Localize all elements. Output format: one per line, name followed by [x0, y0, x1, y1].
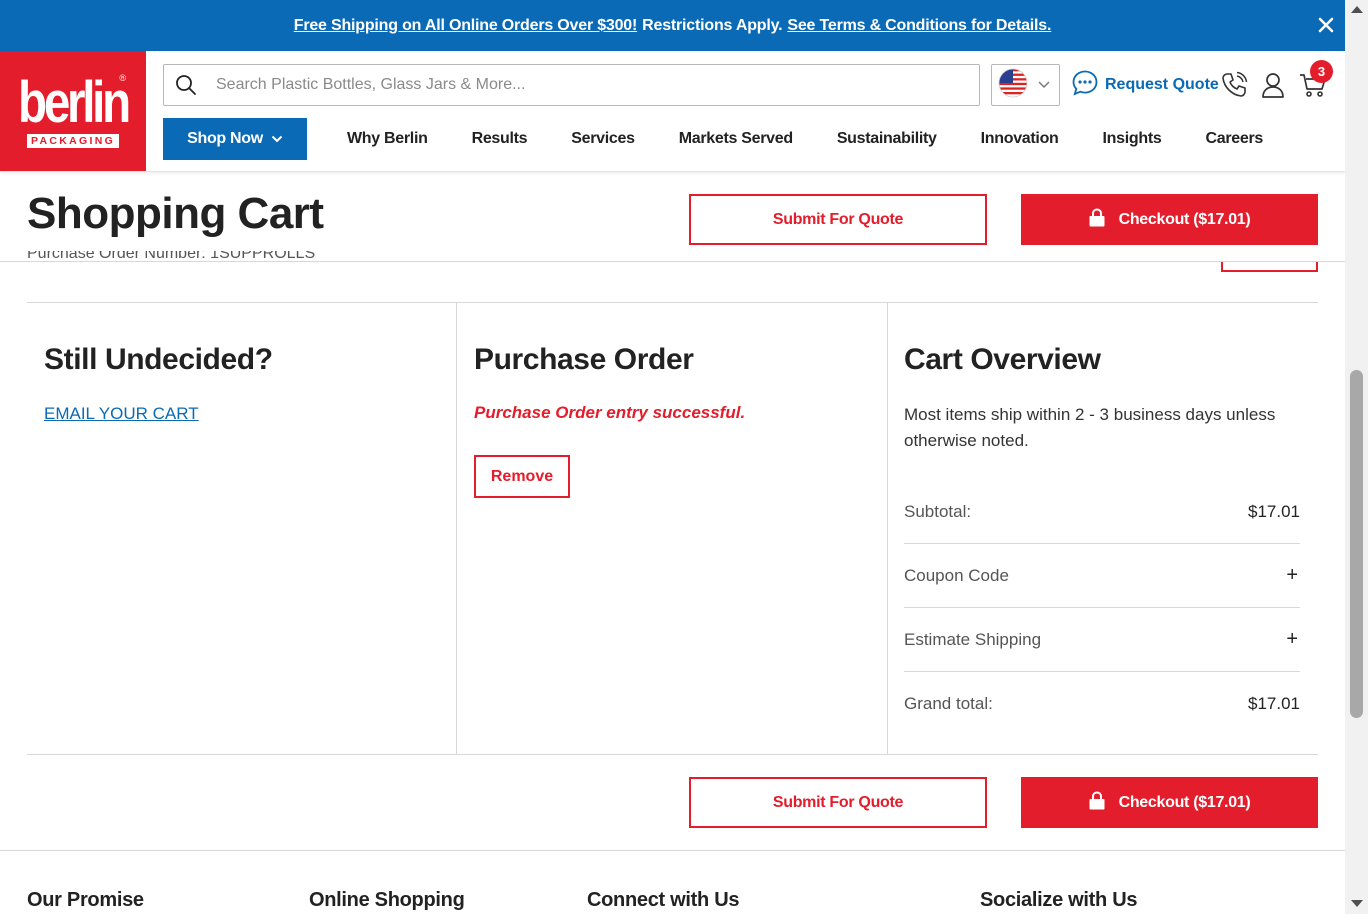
- cart-count-badge: 3: [1310, 60, 1333, 83]
- nav-markets-served[interactable]: Markets Served: [657, 130, 815, 148]
- plus-icon[interactable]: +: [1286, 628, 1298, 651]
- footer-heading-our-promise: Our Promise: [27, 889, 144, 911]
- chevron-down-icon: [1038, 76, 1050, 94]
- site-header: berlin PACKAGING ® Search Plastic Bottle…: [0, 51, 1345, 172]
- account-icon[interactable]: [1257, 69, 1289, 101]
- nav-careers[interactable]: Careers: [1183, 130, 1285, 148]
- berlin-logo[interactable]: berlin PACKAGING ®: [0, 51, 146, 171]
- chevron-down-icon: [271, 130, 283, 148]
- nav-services[interactable]: Services: [549, 130, 656, 148]
- terms-link[interactable]: See Terms & Conditions for Details.: [787, 17, 1051, 35]
- email-cart-link[interactable]: EMAIL YOUR CART: [44, 404, 199, 424]
- estimate-shipping-row[interactable]: Estimate Shipping +: [904, 608, 1300, 672]
- country-selector[interactable]: [991, 64, 1060, 106]
- nav-sustainability[interactable]: Sustainability: [815, 130, 959, 148]
- coupon-code-label: Coupon Code: [904, 565, 1009, 585]
- phone-icon[interactable]: [1218, 69, 1250, 101]
- search-input[interactable]: [216, 76, 956, 94]
- scroll-up-icon[interactable]: [1351, 6, 1363, 13]
- po-number-text: Purchase Order Number: 1SUPPROLLS: [27, 251, 316, 261]
- remove-po-button[interactable]: Remove: [474, 455, 570, 498]
- subtotal-row: Subtotal: $17.01: [904, 480, 1300, 544]
- close-icon[interactable]: [1315, 14, 1337, 36]
- checkout-button[interactable]: Checkout ($17.01): [1021, 194, 1318, 245]
- cart-overview-heading: Cart Overview: [904, 343, 1101, 376]
- panel-divider-bottom: [27, 754, 1318, 755]
- announcement-bar: Free Shipping on All Online Orders Over …: [0, 0, 1345, 51]
- purchase-order-heading: Purchase Order: [474, 343, 694, 376]
- chat-bubble-icon: [1071, 69, 1099, 102]
- grand-total-row: Grand total: $17.01: [904, 672, 1300, 736]
- shop-now-label: Shop Now: [187, 130, 263, 147]
- checkout-label: Checkout ($17.01): [1118, 793, 1251, 811]
- column-divider: [887, 302, 888, 754]
- shop-now-button[interactable]: Shop Now: [163, 118, 307, 160]
- po-success-message: Purchase Order entry successful.: [474, 403, 746, 422]
- request-quote-label: Request Quote: [1105, 76, 1219, 93]
- still-undecided-heading: Still Undecided?: [44, 343, 273, 376]
- checkout-button-bottom[interactable]: Checkout ($17.01): [1021, 777, 1318, 828]
- po-number-peek: Purchase Order Number: 1SUPPROLLS: [27, 251, 447, 261]
- nav-why-berlin[interactable]: Why Berlin: [325, 130, 450, 148]
- lock-icon: [1089, 207, 1105, 232]
- checkout-label: Checkout ($17.01): [1118, 210, 1251, 228]
- grand-total-value: $17.01: [1248, 694, 1300, 713]
- us-flag-icon: [998, 68, 1028, 103]
- scrollbar-thumb[interactable]: [1350, 370, 1363, 718]
- plus-icon[interactable]: +: [1286, 564, 1298, 587]
- panel-divider-top: [27, 302, 1318, 303]
- nav-insights[interactable]: Insights: [1081, 130, 1184, 148]
- free-shipping-link[interactable]: Free Shipping on All Online Orders Over …: [294, 17, 638, 35]
- nav-results[interactable]: Results: [450, 130, 550, 148]
- scroll-down-icon[interactable]: [1351, 900, 1363, 907]
- search-bar: [163, 64, 980, 106]
- footer-divider: [0, 850, 1345, 851]
- search-icon[interactable]: [166, 65, 206, 105]
- shipping-note: Most items ship within 2 - 3 business da…: [904, 405, 1276, 450]
- hidden-button-peek: [1221, 262, 1318, 272]
- grand-total-label: Grand total:: [904, 694, 993, 713]
- announcement-text: Restrictions Apply.: [642, 16, 783, 34]
- logo-wordmark: berlin: [18, 70, 131, 135]
- footer-heading-connect: Connect with Us: [587, 889, 740, 911]
- coupon-code-row[interactable]: Coupon Code +: [904, 544, 1300, 608]
- page-title: Shopping Cart: [27, 189, 324, 238]
- logo-subtitle: PACKAGING: [26, 134, 120, 148]
- request-quote-link[interactable]: Request Quote: [1071, 70, 1219, 100]
- registered-mark: ®: [119, 73, 126, 83]
- footer-heading-online-shopping: Online Shopping: [309, 889, 465, 911]
- lock-icon: [1089, 790, 1105, 815]
- sticky-divider: [0, 261, 1345, 262]
- page-scrollbar[interactable]: [1345, 0, 1368, 914]
- nav-innovation[interactable]: Innovation: [959, 130, 1081, 148]
- column-divider: [456, 302, 457, 754]
- footer-heading-socialize: Socialize with Us: [980, 889, 1138, 911]
- submit-quote-button-bottom[interactable]: Submit For Quote: [689, 777, 987, 828]
- subtotal-label: Subtotal:: [904, 501, 972, 521]
- estimate-shipping-label: Estimate Shipping: [904, 629, 1042, 649]
- submit-quote-button[interactable]: Submit For Quote: [689, 194, 987, 245]
- subtotal-value: $17.01: [1248, 501, 1300, 521]
- main-nav: Why Berlin Results Services Markets Serv…: [325, 118, 1285, 160]
